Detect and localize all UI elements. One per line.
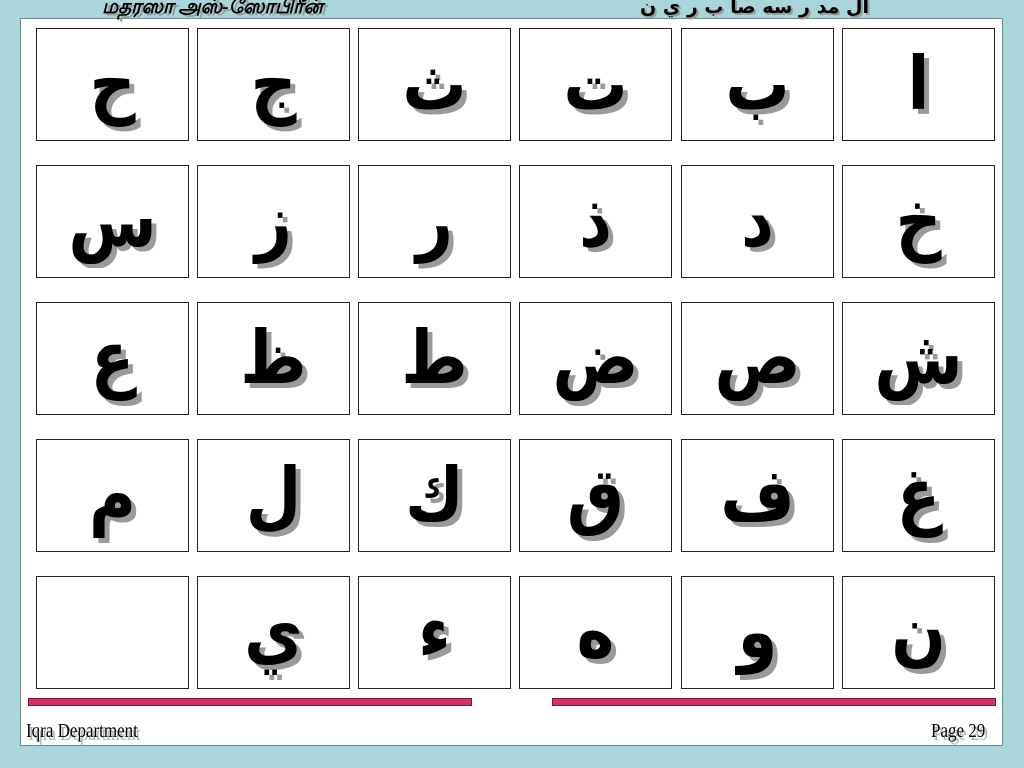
arabic-letter: ك — [405, 452, 464, 539]
letter-card: ش — [842, 302, 995, 415]
arabic-letter: ب — [725, 41, 790, 128]
arabic-letter: ش — [874, 315, 963, 402]
letter-card: ز — [197, 165, 350, 278]
arabic-letter: ت — [563, 41, 628, 128]
letter-card: ي — [197, 576, 350, 689]
letter-card: ء — [358, 576, 511, 689]
arabic-letter: ح — [89, 41, 136, 128]
letter-card: ث — [358, 28, 511, 141]
arabic-letter: ه — [576, 589, 615, 676]
arabic-letter: ا — [907, 41, 930, 128]
arabic-letter: ظ — [240, 315, 307, 402]
arabic-letter: ف — [720, 452, 795, 539]
letter-card: ب — [681, 28, 834, 141]
arabic-letter: ل — [245, 452, 302, 539]
letter-card: ح — [36, 28, 189, 141]
letter-card: س — [36, 165, 189, 278]
arabic-letter: م — [89, 452, 136, 539]
letter-card: ن — [842, 576, 995, 689]
letter-card: ط — [358, 302, 511, 415]
letter-card: ف — [681, 439, 834, 552]
arabic-letter: ر — [416, 178, 453, 265]
footer-department: Iqra Department — [26, 720, 138, 742]
letter-card: ص — [681, 302, 834, 415]
footer-page-number: Page 29 — [931, 720, 986, 742]
divider-bar-right — [552, 698, 996, 706]
letter-card: و — [681, 576, 834, 689]
letter-card: ع — [36, 302, 189, 415]
letter-card: ظ — [197, 302, 350, 415]
letter-card: د — [681, 165, 834, 278]
letter-card: ا — [842, 28, 995, 141]
divider-bar-left — [28, 698, 472, 706]
arabic-letter: س — [68, 178, 157, 265]
arabic-letter: ز — [255, 178, 292, 265]
arabic-letter: ض — [552, 315, 639, 402]
arabic-letter: و — [737, 589, 778, 676]
arabic-letter: د — [741, 178, 774, 265]
arabic-letter: ج — [250, 41, 297, 128]
letter-card: م — [36, 439, 189, 552]
arabic-letter: خ — [895, 178, 942, 265]
arabic-letter: ذ — [579, 178, 612, 265]
letter-card — [36, 576, 189, 689]
arabic-letter: ي — [244, 589, 303, 676]
arabic-letter: ص — [714, 315, 801, 402]
arabic-letter: غ — [896, 452, 941, 539]
letter-card: ر — [358, 165, 511, 278]
arabic-letter: ء — [418, 589, 451, 676]
letter-card: ك — [358, 439, 511, 552]
tamil-title: மதரஸா அஸ்-ஸோபிரீன் — [102, 0, 323, 18]
slide: மதரஸா அஸ்-ஸோபிரீன் ال مد ر سه صا ب ر ي ن… — [0, 0, 1024, 768]
letter-card: ق — [519, 439, 672, 552]
letter-card: ج — [197, 28, 350, 141]
letter-card: ض — [519, 302, 672, 415]
letter-grid: ا ب ت ث ج ح خ د ذ ر ز س شصضط ظ ع غ ف ق ك ل م ن و ه ء ي — [36, 28, 998, 692]
arabic-letter: ث — [402, 41, 467, 128]
letter-card: ذ — [519, 165, 672, 278]
letter-card: خ — [842, 165, 995, 278]
arabic-letter: ن — [891, 589, 946, 676]
letter-card: ت — [519, 28, 672, 141]
letter-card: غ — [842, 439, 995, 552]
arabic-letter: ط — [401, 315, 468, 402]
arabic-letter: ق — [566, 452, 625, 539]
arabic-letter: ع — [90, 315, 135, 402]
arabic-title: ال مد ر سه صا ب ر ي ن — [640, 0, 869, 18]
letter-card: ه — [519, 576, 672, 689]
letter-card: ل — [197, 439, 350, 552]
